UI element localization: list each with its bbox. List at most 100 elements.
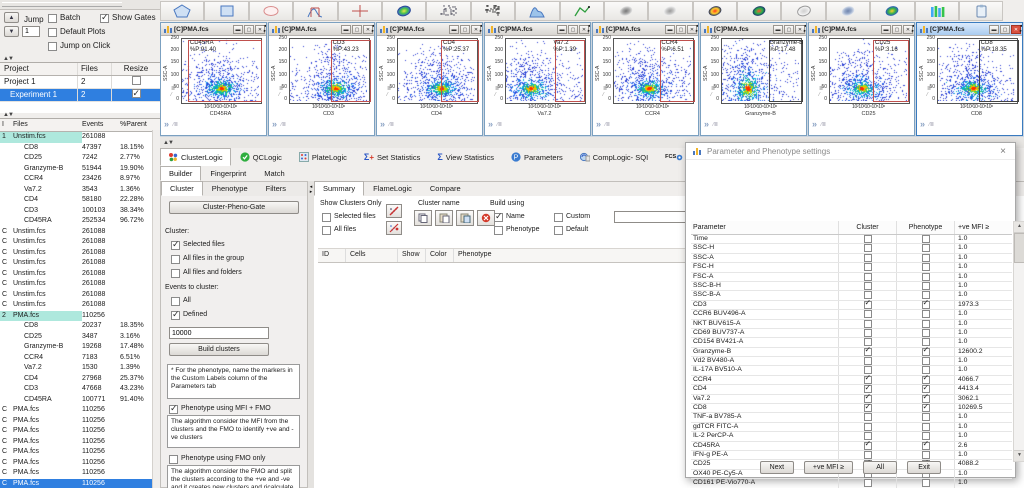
- file-row[interactable]: C PMA.fcs 110256: [0, 405, 160, 416]
- jump-on-click-checkbox-row[interactable]: Jump on Click: [48, 41, 110, 51]
- parameter-row[interactable]: IFN-g PE-A 1.0: [691, 450, 1012, 461]
- plot-options-icon[interactable]: ⁄≣: [281, 122, 286, 128]
- flame-plot-button[interactable]: [426, 1, 471, 21]
- cluster-checkbox[interactable]: [863, 413, 872, 422]
- maximize-button[interactable]: ▢: [676, 24, 686, 34]
- phenotype-checkbox[interactable]: [921, 328, 930, 337]
- files-scrollbar[interactable]: [152, 130, 160, 488]
- parameter-row[interactable]: IL-17A BV510-A 1.0: [691, 366, 1012, 376]
- project-row[interactable]: Experiment 12: [0, 87, 160, 102]
- panel-collapse-arrows[interactable]: ◂ ▸: [696, 23, 698, 33]
- cluster-option-all-files-and-folders[interactable]: All files and folders: [171, 268, 244, 278]
- cluster-checkbox[interactable]: [863, 422, 872, 431]
- file-row[interactable]: CD25 7242 2.77%: [0, 153, 160, 164]
- resize-checkbox[interactable]: [131, 76, 141, 85]
- events-option-all[interactable]: All: [171, 296, 207, 306]
- file-row[interactable]: C Unstim.fcs 261088: [0, 300, 160, 311]
- summary-option-all-files[interactable]: All files: [322, 225, 376, 235]
- minimize-button[interactable]: ▬: [341, 24, 351, 34]
- col-phenotype[interactable]: Phenotype: [897, 221, 955, 234]
- cluster-checkbox[interactable]: [863, 319, 872, 328]
- file-row[interactable]: Va7.2 3543 1.36%: [0, 185, 160, 196]
- col-cluster[interactable]: Cluster: [839, 221, 897, 234]
- tab-clusterlogic[interactable]: ClusterLogic: [160, 148, 231, 166]
- phenotype-checkbox[interactable]: [921, 299, 930, 309]
- maximize-button[interactable]: ▢: [892, 24, 902, 34]
- col-show[interactable]: Show: [398, 249, 426, 262]
- plot-options-icon[interactable]: ⁄≣: [605, 122, 610, 128]
- density-outline-button[interactable]: [781, 1, 826, 21]
- dialog-title-bar[interactable]: Parameter and Phenotype settings ×: [686, 143, 1015, 160]
- plot-window[interactable]: [C]PMA.fcs ▬ ▢ ✕ SSC-A 250 200 150 100 50 0 ≣…: [268, 22, 375, 136]
- plot-options-icon[interactable]: ⁄≣: [173, 122, 178, 128]
- plot-window[interactable]: [C]PMA.fcs ▬ ▢ ✕ SSC-A 250 200 150 100 50 0 ≣…: [484, 22, 591, 136]
- density-navy2-button[interactable]: [737, 1, 782, 21]
- jump-index-input[interactable]: [22, 26, 40, 37]
- plot-options-icon[interactable]: ⁄≣: [713, 122, 718, 128]
- scatter-plot-area[interactable]: CD45RA %P:91.40: [181, 38, 263, 104]
- parameter-row[interactable]: FSC-H 1.0: [691, 263, 1012, 273]
- cluster-checkbox[interactable]: [863, 357, 872, 366]
- events-option-all-checkbox[interactable]: [171, 296, 180, 306]
- duplicate-cluster-name-button[interactable]: [414, 210, 432, 226]
- horizontal-splitter-handle[interactable]: ▲▼: [163, 140, 174, 146]
- contour-plot-button[interactable]: [381, 1, 427, 21]
- dialog-button-next[interactable]: Next: [759, 461, 794, 474]
- show-gates-checkbox-row[interactable]: Show Gates: [100, 12, 156, 23]
- minimize-button[interactable]: ▬: [773, 24, 783, 34]
- scatter-plot-area[interactable]: CD3 %P:43.23: [289, 38, 371, 104]
- scatter-plot-area[interactable]: CD25 %P:3.16: [829, 38, 910, 104]
- parameter-row[interactable]: SSC-B-H 1.0: [691, 281, 1012, 292]
- cluster-option-all-files-in-the-group-checkbox[interactable]: [171, 254, 180, 264]
- tab-qclogic[interactable]: QCLogic: [232, 148, 290, 166]
- file-row[interactable]: C Unstim.fcs 261088: [0, 279, 160, 290]
- ellipse-gate-button[interactable]: [248, 1, 294, 21]
- paste-special-cluster-name-button[interactable]: [456, 210, 474, 226]
- expand-chevrons-icon[interactable]: »: [380, 120, 385, 129]
- build-using-default-checkbox[interactable]: [554, 225, 563, 235]
- axis-scale-icons[interactable]: ≣ ⁄: [387, 86, 391, 98]
- build-using-custom[interactable]: Custom: [554, 212, 590, 222]
- cluster-checkbox[interactable]: [863, 244, 872, 253]
- scroll-down-icon[interactable]: ▼: [1014, 450, 1024, 461]
- axis-scale-icons[interactable]: ≣ ⁄: [819, 86, 823, 98]
- axis-scale-icons[interactable]: ≣ ⁄: [603, 86, 607, 98]
- file-row[interactable]: C Unstim.fcs 261088: [0, 237, 160, 248]
- minimize-button[interactable]: ▬: [881, 24, 891, 34]
- file-row[interactable]: C PMA.fcs 110256: [0, 458, 160, 469]
- expand-chevrons-icon[interactable]: »: [488, 120, 493, 129]
- file-row[interactable]: CD3 100103 38.34%: [0, 206, 160, 217]
- panel-collapse-arrows[interactable]: ◂ ▸: [1020, 23, 1022, 33]
- parameter-row[interactable]: CD69 BUV737-A 1.0: [691, 328, 1012, 339]
- plot-window[interactable]: [C]PMA.fcs ▬ ▢ ✕ SSC-A 250 200 150 100 50 0 ≣…: [916, 22, 1023, 136]
- panel-collapse-arrows[interactable]: ◂ ▸: [588, 23, 590, 33]
- plot-options-icon[interactable]: ⁄≣: [389, 122, 394, 128]
- plot-window[interactable]: [C]PMA.fcs ▬ ▢ ✕ SSC-A 250 200 150 100 50 0 ≣…: [160, 22, 267, 136]
- build-using-name-checkbox[interactable]: [494, 211, 503, 222]
- clipboard-button[interactable]: [959, 1, 1004, 21]
- density-gray-button[interactable]: [603, 1, 649, 21]
- phenotype-checkbox[interactable]: [921, 346, 930, 356]
- density-light-button[interactable]: [648, 1, 693, 21]
- parameter-row[interactable]: CD8 10269.5: [691, 403, 1012, 414]
- phenotype-checkbox[interactable]: [921, 244, 930, 253]
- file-row[interactable]: CCR4 23426 8.97%: [0, 174, 160, 185]
- build-using-phenotype[interactable]: Phenotype: [494, 225, 539, 235]
- parameter-row[interactable]: SSC-A 1.0: [691, 253, 1012, 264]
- file-row[interactable]: Granzyme-B 51944 19.90%: [0, 164, 160, 175]
- density-bluegray-button[interactable]: [825, 1, 871, 21]
- batch-checkbox-row[interactable]: Batch: [48, 13, 80, 23]
- tab-platelogic[interactable]: PlateLogic: [291, 148, 355, 166]
- gate-label[interactable]: CD8 %P:18.35: [981, 40, 1007, 53]
- file-row[interactable]: Va7.2 1530 1.39%: [0, 363, 160, 374]
- plot-window[interactable]: [C]PMA.fcs ▬ ▢ ✕ SSC-A 250 200 150 100 50 0 ≣…: [376, 22, 483, 136]
- file-row[interactable]: C PMA.fcs 110256: [0, 437, 160, 448]
- dialog-scrollbar[interactable]: ▲ ▼: [1013, 221, 1024, 462]
- col-color[interactable]: Color: [426, 249, 454, 262]
- plot-options-icon[interactable]: ⁄≣: [497, 122, 502, 128]
- file-row[interactable]: C Unstim.fcs 261088: [0, 248, 160, 259]
- jump-down-button[interactable]: ▼: [4, 26, 19, 37]
- cluster-checkbox[interactable]: [863, 272, 872, 281]
- dialog-button-ve-mfi[interactable]: +ve MFI ≥: [803, 461, 854, 474]
- cluster-checkbox[interactable]: [863, 235, 872, 243]
